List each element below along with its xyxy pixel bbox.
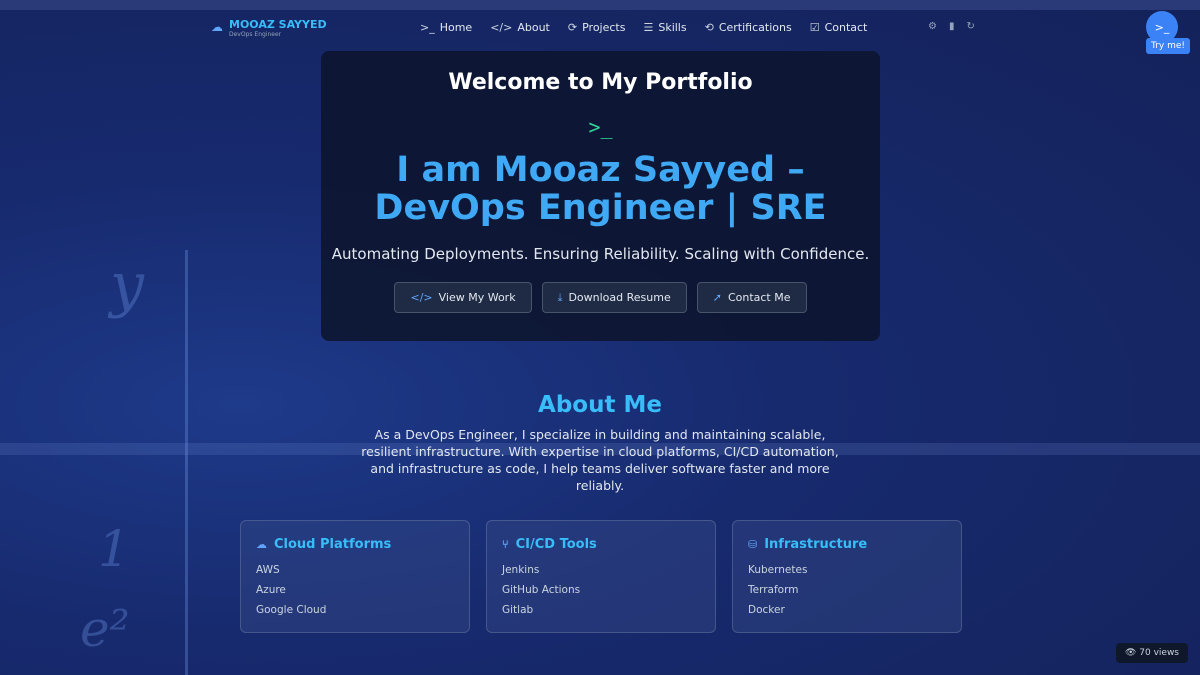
card-title: Infrastructure <box>764 537 868 552</box>
code-icon: </> <box>490 21 513 34</box>
brand-name: MOOAZ SAYYED <box>229 18 327 31</box>
button-label: View My Work <box>438 291 516 304</box>
terminal-icon: >_ <box>1154 20 1170 34</box>
brand[interactable]: ☁ MOOAZ SAYYED DevOps Engineer <box>211 18 327 38</box>
hero-title: I am Mooaz Sayyed – DevOps Engineer | SRE <box>321 151 880 227</box>
list-item: GitHub Actions <box>502 584 581 596</box>
list-item: Google Cloud <box>256 604 327 616</box>
checkbox-icon: ☑ <box>809 21 820 34</box>
loader-icon: ⟲ <box>704 21 714 34</box>
background-decoration: e² <box>80 600 130 658</box>
navbar: ☁ MOOAZ SAYYED DevOps Engineer >_ Home </>… <box>0 10 1200 46</box>
refresh-icon: ⟳ <box>567 21 578 34</box>
nav-projects[interactable]: ⟳ Projects <box>568 21 626 34</box>
nav-certifications[interactable]: ⟲ Certifications <box>705 21 792 34</box>
hero-title-line2: DevOps Engineer | SRE <box>374 188 827 228</box>
skill-card-cicd: ⑂ CI/CD Tools Jenkins GitHub Actions Gitlab <box>486 520 716 633</box>
contact-me-button[interactable]: ➚ Contact Me <box>696 282 807 313</box>
try-me-label[interactable]: Try me! <box>1146 38 1190 54</box>
nav-label: Home <box>439 21 473 34</box>
send-icon: ➚ <box>712 291 722 304</box>
views-label: 70 views <box>1139 648 1179 658</box>
download-resume-button[interactable]: ⤓ Download Resume <box>541 282 687 313</box>
list-item: Docker <box>748 604 785 616</box>
nav-skills[interactable]: ☰ Skills <box>643 21 686 34</box>
view-work-button[interactable]: </> View My Work <box>394 282 532 313</box>
database-icon: ☰ <box>643 21 654 34</box>
view-counter: 👁 70 views <box>1115 643 1188 663</box>
database-icon: ⛁ <box>748 538 758 551</box>
list-item: Terraform <box>748 584 799 596</box>
button-label: Contact Me <box>727 291 791 304</box>
nav-home[interactable]: >_ Home <box>420 21 472 34</box>
hero-title-line1: I am Mooaz Sayyed – <box>396 150 805 190</box>
top-bar <box>0 0 1200 10</box>
card-title: CI/CD Tools <box>515 537 597 552</box>
code-icon: </> <box>410 291 433 304</box>
nav-contact[interactable]: ☑ Contact <box>810 21 868 34</box>
skill-card-cloud: ☁ Cloud Platforms AWS Azure Google Cloud <box>240 520 470 633</box>
eye-icon: 👁 <box>1124 648 1137 658</box>
git-branch-icon: ⑂ <box>502 538 509 551</box>
terminal-icon: >_ <box>420 21 435 34</box>
terminal-prompt-icon: >_ <box>588 115 613 139</box>
hero-panel: Welcome to My Portfolio >_ I am Mooaz Sa… <box>321 51 880 341</box>
nav-label: Certifications <box>718 21 792 34</box>
list-item: Jenkins <box>502 564 540 576</box>
download-icon: ⤓ <box>557 290 563 304</box>
nav-about[interactable]: </> About <box>490 21 550 34</box>
about-title: About Me <box>538 392 662 418</box>
skill-card-infrastructure: ⛁ Infrastructure Kubernetes Terraform Docke… <box>732 520 962 633</box>
background-decoration: 1 <box>98 520 130 578</box>
list-item: AWS <box>256 564 280 576</box>
refresh-icon[interactable]: ↻ <box>966 21 974 32</box>
about-text: As a DevOps Engineer, I specialize in bu… <box>361 427 839 493</box>
tagline: Automating Deployments. Ensuring Reliabi… <box>331 245 870 263</box>
card-title: Cloud Platforms <box>274 537 392 552</box>
list-item: Gitlab <box>502 604 534 616</box>
nav-label: Projects <box>582 21 626 34</box>
settings-icon[interactable]: ⚙ <box>928 21 937 32</box>
cloud-icon: ☁ <box>211 20 223 34</box>
list-item: Azure <box>256 584 286 596</box>
welcome-heading: Welcome to My Portfolio <box>448 70 753 95</box>
nav-label: About <box>517 21 550 34</box>
about-section: About Me As a DevOps Engineer, I special… <box>0 392 1200 494</box>
cloud-icon: ☁ <box>256 538 267 551</box>
list-item: Kubernetes <box>748 564 808 576</box>
button-label: Download Resume <box>568 291 671 304</box>
nav-label: Skills <box>658 21 687 34</box>
nav-label: Contact <box>824 21 868 34</box>
background-decoration: y <box>110 250 144 320</box>
signal-icon[interactable]: ▮ <box>949 21 955 32</box>
brand-subtitle: DevOps Engineer <box>229 31 282 38</box>
